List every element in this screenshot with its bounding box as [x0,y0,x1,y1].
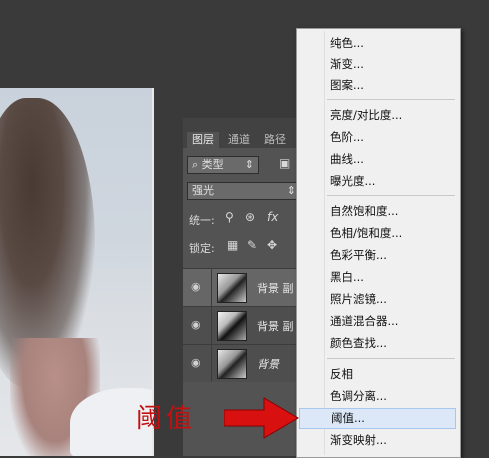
layer-row[interactable]: ◉ 背景 副 [183,306,301,344]
layer-name: 背景 [257,358,279,371]
menu-item-color-balance[interactable]: 色彩平衡... [299,245,456,266]
layer-thumbnail [217,273,247,303]
tab-paths[interactable]: 路径 [259,132,291,148]
layer-name: 背景 副 [257,320,294,333]
menu-item-gradient[interactable]: 渐变... [299,54,456,75]
layer-thumbnail [217,311,247,341]
updown-icon: ⇕ [286,184,296,197]
menu-separator [327,99,455,100]
menu-separator [327,195,455,196]
layer-name: 背景 副 [257,282,294,295]
eye-icon[interactable]: ◉ [191,356,205,370]
unify-label: 统一: [189,214,215,227]
layer-row[interactable]: ◉ 背景 副 [183,268,301,306]
layer-thumbnail [217,349,247,379]
image-filter-icon[interactable]: ▣ [279,156,290,170]
lock-brush-icon[interactable]: ✎ [247,238,257,252]
tab-layers[interactable]: 图层 [187,132,219,148]
unify-position-icon[interactable]: ⚲ [225,210,234,224]
panel-tab-bar: 图层 通道 路径 [183,118,301,148]
menu-item-channel-mixer[interactable]: 通道混合器... [299,311,456,332]
unify-style-icon[interactable]: fx [267,210,278,224]
lock-label: 锁定: [189,242,215,255]
annotation-arrow-icon [224,397,299,439]
adjustment-layer-menu: 纯色... 渐变... 图案... 亮度/对比度... 色阶... 曲线... … [296,28,461,458]
menu-item-curves[interactable]: 曲线... [299,149,456,170]
menu-item-gradient-map[interactable]: 渐变映射... [299,430,456,451]
updown-icon: ⇕ [244,158,254,171]
unify-visibility-icon[interactable]: ⊛ [245,210,255,224]
layer-row[interactable]: ◉ 背景 [183,344,301,382]
menu-item-black-white[interactable]: 黑白... [299,267,456,288]
menu-item-hue-saturation[interactable]: 色相/饱和度... [299,223,456,244]
eye-icon[interactable]: ◉ [191,280,205,294]
search-icon: ⌕ [192,158,202,171]
menu-item-brightness-contrast[interactable]: 亮度/对比度... [299,105,456,126]
blend-mode-select[interactable]: 强光 ⇕ [187,182,301,200]
menu-separator [327,358,455,359]
menu-item-exposure[interactable]: 曝光度... [299,171,456,192]
menu-item-posterize[interactable]: 色调分离... [299,386,456,407]
blend-mode-label: 强光 [192,184,214,197]
eye-icon[interactable]: ◉ [191,318,205,332]
menu-item-photo-filter[interactable]: 照片滤镜... [299,289,456,310]
menu-item-invert[interactable]: 反相 [299,364,456,385]
lock-move-icon[interactable]: ✥ [267,238,277,252]
lock-transparent-icon[interactable]: ▦ [227,238,238,252]
filter-kind-select[interactable]: ⌕ 类型 ⇕ [187,156,259,174]
menu-item-solid-color[interactable]: 纯色... [299,33,456,54]
menu-item-pattern[interactable]: 图案... [299,75,456,96]
menu-item-levels[interactable]: 色阶... [299,127,456,148]
menu-item-color-lookup[interactable]: 颜色查找... [299,333,456,354]
tab-channels[interactable]: 通道 [223,132,255,148]
menu-item-vibrance[interactable]: 自然饱和度... [299,201,456,222]
menu-item-threshold[interactable]: 阈值... [299,408,456,429]
annotation-label: 阈值 [136,404,197,434]
document-canvas[interactable] [0,88,154,456]
filter-kind-label: 类型 [201,158,224,171]
